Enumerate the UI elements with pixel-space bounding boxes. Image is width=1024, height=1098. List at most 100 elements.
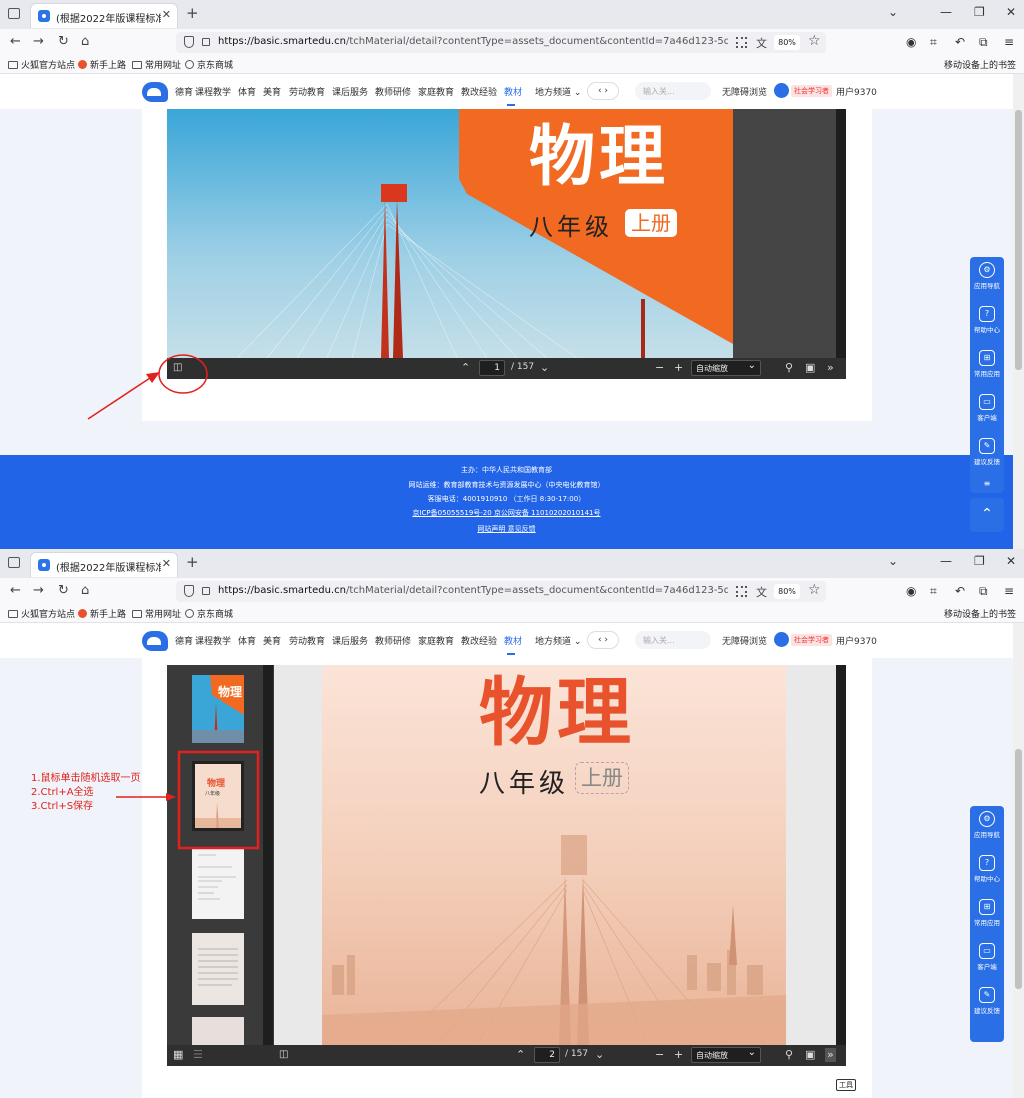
- user-name[interactable]: 用户9370: [836, 85, 877, 98]
- nav-item-textbook[interactable]: 教材: [504, 85, 522, 98]
- reload-icon[interactable]: ↻: [58, 34, 69, 50]
- page-scroll-thumb[interactable]: [1015, 749, 1022, 989]
- collapse-icon[interactable]: ≡: [970, 479, 1004, 488]
- nav-item-reform[interactable]: 教改经验: [461, 634, 497, 647]
- outline-view-icon[interactable]: ☰: [193, 1048, 203, 1062]
- nav-item-teacher[interactable]: 教师研修: [375, 634, 411, 647]
- menu-icon[interactable]: ≡: [1004, 584, 1014, 598]
- bookmark-item[interactable]: 新手上路: [78, 58, 126, 71]
- site-search-input[interactable]: 输入关...: [635, 82, 711, 100]
- nav-item-reform[interactable]: 教改经验: [461, 85, 497, 98]
- url-text[interactable]: https://basic.smartedu.cn/tchMaterial/de…: [218, 36, 728, 47]
- bookmark-item[interactable]: 常用网址: [132, 58, 181, 71]
- common-apps-button[interactable]: ⊞ 常用应用: [970, 894, 1004, 938]
- nav-item-moral[interactable]: 德育: [175, 85, 193, 98]
- client-button[interactable]: ▭ 客户端: [970, 938, 1004, 982]
- nav-item-sports[interactable]: 体育: [238, 85, 256, 98]
- footer-icp[interactable]: 京ICP备05055519号-20 京公网安备 11010202010141号: [0, 508, 1013, 518]
- nav-item-arts[interactable]: 美育: [263, 634, 281, 647]
- nav-item-family[interactable]: 家庭教育: [418, 634, 454, 647]
- home-icon[interactable]: ⌂: [81, 34, 89, 50]
- prev-page-icon[interactable]: ⌃: [461, 361, 470, 375]
- lock-icon[interactable]: [202, 587, 210, 595]
- nav-item-family[interactable]: 家庭教育: [418, 85, 454, 98]
- presentation-icon[interactable]: ▣: [805, 361, 815, 375]
- bookmark-star-icon[interactable]: ☆: [808, 582, 821, 598]
- back-icon[interactable]: ←: [10, 34, 21, 50]
- undo-icon[interactable]: ↶: [955, 584, 965, 598]
- site-logo[interactable]: [142, 631, 168, 651]
- feedback-button[interactable]: ✎ 建议反馈: [970, 982, 1004, 1026]
- forward-icon[interactable]: →: [33, 34, 44, 50]
- extensions-icon[interactable]: ⧉: [979, 584, 988, 599]
- close-window-icon[interactable]: ✕: [1006, 554, 1016, 568]
- nav-item-teacher[interactable]: 教师研修: [375, 85, 411, 98]
- nav-item-after-school[interactable]: 课后服务: [332, 634, 368, 647]
- tab-list-icon[interactable]: [8, 8, 20, 19]
- mobile-bookmarks[interactable]: 移动设备上的书签: [944, 607, 1016, 620]
- lock-icon[interactable]: [202, 38, 210, 46]
- sidebar-toggle-icon[interactable]: ◫: [279, 1048, 288, 1062]
- thumbnail-page-5[interactable]: [192, 1017, 244, 1045]
- nav-item-local[interactable]: 地方频道 ⌄: [535, 634, 581, 647]
- next-page-icon[interactable]: ⌄: [540, 361, 549, 375]
- translate-icon[interactable]: 文: [756, 584, 767, 600]
- zoom-select[interactable]: 自动缩放: [691, 360, 761, 376]
- screenshot-icon[interactable]: ⌗: [930, 35, 937, 50]
- extensions-icon[interactable]: ⧉: [979, 35, 988, 50]
- barrier-free-link[interactable]: 无障碍浏览: [722, 85, 767, 98]
- shield-icon[interactable]: [184, 36, 194, 48]
- app-nav-button[interactable]: ⚙ 应用导航: [970, 806, 1004, 850]
- nav-item-textbook[interactable]: 教材: [504, 634, 522, 647]
- translate-icon[interactable]: 文: [756, 35, 767, 51]
- new-tab-icon[interactable]: +: [186, 4, 199, 22]
- reload-icon[interactable]: ↻: [58, 583, 69, 599]
- nav-arrows[interactable]: ‹ ›: [587, 631, 619, 649]
- address-bar[interactable]: https://basic.smartedu.cn/tchMaterial/de…: [176, 581, 826, 602]
- more-tools-icon[interactable]: »: [825, 1048, 836, 1062]
- chevron-down-icon[interactable]: ⌄: [888, 554, 898, 568]
- page-number-input[interactable]: 1: [479, 360, 505, 376]
- thumbnail-view-icon[interactable]: ▦: [173, 1048, 183, 1062]
- new-tab-icon[interactable]: +: [186, 553, 199, 571]
- bookmark-item[interactable]: 京东商城: [185, 58, 233, 71]
- page-scroll-thumb[interactable]: [1015, 110, 1022, 370]
- minimize-icon[interactable]: —: [940, 554, 952, 568]
- client-button[interactable]: ▭ 客户端: [970, 389, 1004, 433]
- browser-tab[interactable]: (根据2022年版课程标准修订) ✕: [30, 3, 178, 28]
- back-to-top-button[interactable]: ⌃: [970, 498, 1004, 532]
- thumbnail-page-4[interactable]: [192, 933, 244, 1005]
- home-icon[interactable]: ⌂: [81, 583, 89, 599]
- viewer-scrollbar[interactable]: [836, 665, 846, 1045]
- feedback-button[interactable]: ✎ 建议反馈: [970, 433, 1004, 477]
- qr-code-icon[interactable]: [736, 37, 747, 48]
- bookmark-item[interactable]: 新手上路: [78, 607, 126, 620]
- site-search-input[interactable]: 输入关...: [635, 631, 711, 649]
- nav-item-course[interactable]: 课程教学: [195, 85, 231, 98]
- avatar[interactable]: [774, 632, 789, 647]
- zoom-select[interactable]: 自动缩放: [691, 1047, 761, 1063]
- presentation-icon[interactable]: ▣: [805, 1048, 815, 1062]
- forward-icon[interactable]: →: [33, 583, 44, 599]
- shield-icon[interactable]: [184, 585, 194, 597]
- zoom-level[interactable]: 80%: [774, 584, 800, 599]
- screenshot-icon[interactable]: ⌗: [930, 584, 937, 599]
- zoom-level[interactable]: 80%: [774, 35, 800, 50]
- nav-item-arts[interactable]: 美育: [263, 85, 281, 98]
- bookmark-item[interactable]: 火狐官方站点: [8, 607, 75, 620]
- sidebar-toggle-icon[interactable]: ◫: [173, 361, 182, 375]
- nav-arrows[interactable]: ‹ ›: [587, 82, 619, 100]
- tab-list-icon[interactable]: [8, 557, 20, 568]
- zoom-in-icon[interactable]: +: [674, 361, 683, 375]
- close-tab-icon[interactable]: ✕: [162, 8, 171, 21]
- app-nav-button[interactable]: ⚙ 应用导航: [970, 257, 1004, 301]
- menu-icon[interactable]: ≡: [1004, 35, 1014, 49]
- zoom-out-icon[interactable]: −: [655, 1048, 664, 1062]
- qr-code-icon[interactable]: [736, 586, 747, 597]
- close-tab-icon[interactable]: ✕: [162, 557, 171, 570]
- help-center-button[interactable]: ? 帮助中心: [970, 301, 1004, 345]
- footer-links[interactable]: 网站声明 意见反馈: [0, 524, 1013, 534]
- account-icon[interactable]: ◉: [906, 584, 916, 598]
- address-bar[interactable]: https://basic.smartedu.cn/tchMaterial/de…: [176, 32, 826, 53]
- nav-item-course[interactable]: 课程教学: [195, 634, 231, 647]
